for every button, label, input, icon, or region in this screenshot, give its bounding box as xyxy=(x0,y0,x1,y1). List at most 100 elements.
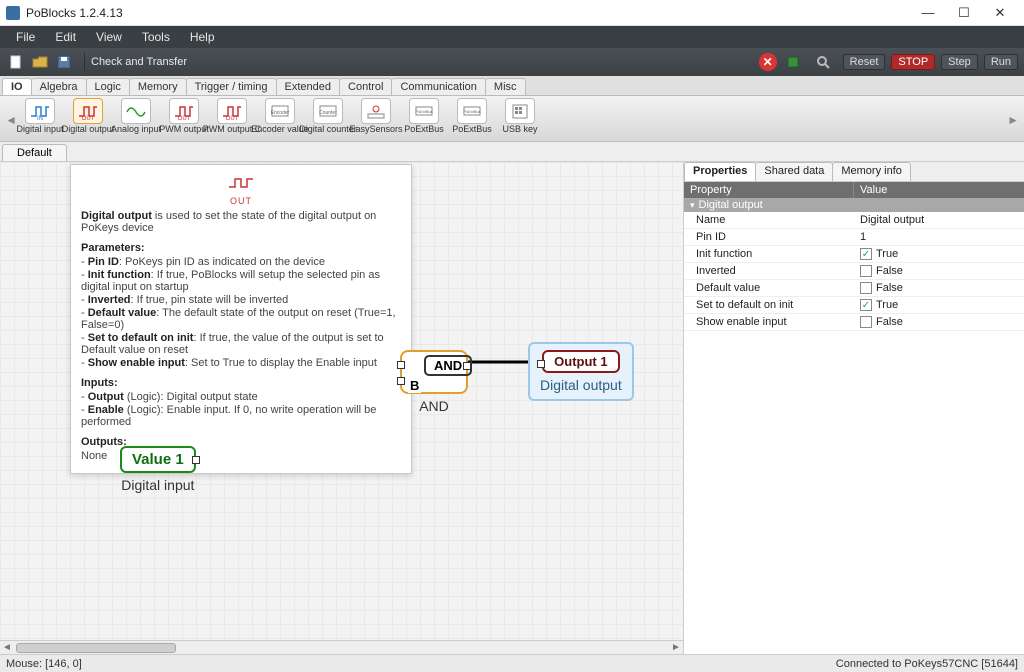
checkbox-icon[interactable] xyxy=(860,316,872,328)
open-file-icon[interactable] xyxy=(30,52,50,72)
props-header-value: Value xyxy=(854,182,1024,198)
bus-icon: PoExtBus xyxy=(457,98,487,124)
palette-item-label: USB key xyxy=(502,125,537,134)
digital-output-icon xyxy=(227,173,255,193)
props-group[interactable]: ▾ Digital output xyxy=(684,198,1024,212)
status-bar: Mouse: [146, 0] Connected to PoKeys57CNC… xyxy=(0,654,1024,672)
step-button[interactable]: Step xyxy=(941,54,978,70)
node-output1-label: Output 1 xyxy=(554,354,607,369)
property-row[interactable]: Pin ID1 xyxy=(684,229,1024,246)
palette-item-label: Digital output xyxy=(62,125,115,134)
scroll-left-arrow-icon[interactable]: ◄ xyxy=(0,642,14,653)
checkbox-icon[interactable]: ✓ xyxy=(860,299,872,311)
props-header-property: Property xyxy=(684,182,854,198)
reset-button[interactable]: Reset xyxy=(843,54,886,70)
palette-item[interactable]: OUTPWM output C xyxy=(208,98,256,134)
property-name: Set to default on init xyxy=(684,297,854,313)
palette-item[interactable]: USB key xyxy=(496,98,544,134)
menu-file[interactable]: File xyxy=(6,26,45,48)
node-and-in-b-port[interactable] xyxy=(397,377,405,385)
node-and-in-a-port[interactable] xyxy=(397,361,405,369)
status-connection: Connected to PoKeys57CNC [51644] xyxy=(836,658,1018,670)
palette-item[interactable]: PoExtBusPoExtBus xyxy=(400,98,448,134)
stop-button[interactable]: STOP xyxy=(891,54,935,70)
palette-item[interactable]: CounterDigital counter xyxy=(304,98,352,134)
checkbox-icon[interactable] xyxy=(860,265,872,277)
node-value1-out-port[interactable] xyxy=(192,456,200,464)
property-row[interactable]: Init function✓True xyxy=(684,246,1024,263)
check-transfer-button[interactable]: Check and Transfer xyxy=(91,56,187,68)
menu-tools[interactable]: Tools xyxy=(132,26,180,48)
save-file-icon[interactable] xyxy=(54,52,74,72)
tab-memory[interactable]: Memory xyxy=(129,78,187,95)
palette-item-label: Digital input xyxy=(16,125,63,134)
status-mouse: Mouse: [146, 0] xyxy=(6,658,82,670)
palette-item[interactable]: EncoderEncoder value xyxy=(256,98,304,134)
checkbox-icon[interactable]: ✓ xyxy=(860,248,872,260)
node-output1-in-port[interactable] xyxy=(537,360,545,368)
tab-communication[interactable]: Communication xyxy=(391,78,485,95)
svg-text:OUT: OUT xyxy=(226,116,239,120)
property-row[interactable]: InvertedFalse xyxy=(684,263,1024,280)
tab-misc[interactable]: Misc xyxy=(485,78,526,95)
page-tab-default[interactable]: Default xyxy=(2,144,67,161)
property-row[interactable]: NameDigital output xyxy=(684,212,1024,229)
scroll-right-arrow-icon[interactable]: ► xyxy=(669,642,683,653)
tooltip-row: - Pin ID: PoKeys pin ID as indicated on … xyxy=(81,256,401,268)
node-value1-label: Value 1 xyxy=(132,451,184,468)
category-tabs: IO Algebra Logic Memory Trigger / timing… xyxy=(0,76,1024,96)
tab-trigger[interactable]: Trigger / timing xyxy=(186,78,277,95)
palette-scroll-left[interactable]: ◄ xyxy=(6,113,16,127)
main-area: OUT Digital output is used to set the st… xyxy=(0,162,1024,654)
props-tab-shared[interactable]: Shared data xyxy=(755,162,833,181)
menubar: File Edit View Tools Help xyxy=(0,26,1024,48)
property-row[interactable]: Default valueFalse xyxy=(684,280,1024,297)
property-value: Digital output xyxy=(860,214,924,226)
node-output1-caption: Digital output xyxy=(540,377,622,393)
property-value: False xyxy=(876,316,903,328)
canvas-h-scrollbar[interactable]: ◄ ► xyxy=(0,640,683,654)
palette-item[interactable]: INDigital input xyxy=(16,98,64,134)
palette-item[interactable]: OUTPWM output xyxy=(160,98,208,134)
canvas[interactable]: OUT Digital output is used to set the st… xyxy=(0,162,684,654)
menu-view[interactable]: View xyxy=(86,26,132,48)
property-row[interactable]: Show enable inputFalse xyxy=(684,314,1024,331)
tab-algebra[interactable]: Algebra xyxy=(31,78,87,95)
menu-edit[interactable]: Edit xyxy=(45,26,86,48)
window-close[interactable]: ✕ xyxy=(982,2,1018,24)
palette-item[interactable]: EasySensors xyxy=(352,98,400,134)
sensor-icon xyxy=(361,98,391,124)
error-indicator-icon[interactable]: ✕ xyxy=(759,53,777,71)
run-button[interactable]: Run xyxy=(984,54,1018,70)
magnify-icon[interactable] xyxy=(813,52,833,72)
scroll-thumb[interactable] xyxy=(16,643,176,653)
palette-item[interactable]: Analog input xyxy=(112,98,160,134)
window-minimize[interactable]: — xyxy=(910,2,946,24)
palette-item[interactable]: PoExtBusPoExtBus xyxy=(448,98,496,134)
svg-text:OUT: OUT xyxy=(178,116,191,120)
new-file-icon[interactable] xyxy=(6,52,26,72)
palette-item-label: PoExtBus xyxy=(452,125,492,134)
node-and[interactable]: AND B AND xyxy=(400,350,468,414)
menu-help[interactable]: Help xyxy=(180,26,225,48)
out-red-icon: OUT xyxy=(217,98,247,124)
tab-logic[interactable]: Logic xyxy=(86,78,130,95)
props-tab-memory[interactable]: Memory info xyxy=(832,162,911,181)
tab-io[interactable]: IO xyxy=(2,78,32,95)
palette-item-label: Digital counter xyxy=(299,125,357,134)
palette-scroll-right[interactable]: ► xyxy=(1008,113,1018,127)
checkbox-icon[interactable] xyxy=(860,282,872,294)
tab-control[interactable]: Control xyxy=(339,78,392,95)
palette-item[interactable]: OUT Digital output xyxy=(64,98,112,134)
encoder-icon: Encoder xyxy=(265,98,295,124)
node-output1[interactable]: Output 1 Digital output xyxy=(528,342,634,401)
device-chip-icon[interactable] xyxy=(783,52,803,72)
node-and-out-port[interactable] xyxy=(463,362,471,370)
property-row[interactable]: Set to default on init✓True xyxy=(684,297,1024,314)
props-tab-properties[interactable]: Properties xyxy=(684,162,756,181)
tab-extended[interactable]: Extended xyxy=(276,78,340,95)
window-maximize[interactable]: ☐ xyxy=(946,2,982,24)
svg-text:OUT: OUT xyxy=(82,116,95,120)
node-value1[interactable]: Value 1 Digital input xyxy=(120,446,196,493)
titlebar: PoBlocks 1.2.4.13 — ☐ ✕ xyxy=(0,0,1024,26)
